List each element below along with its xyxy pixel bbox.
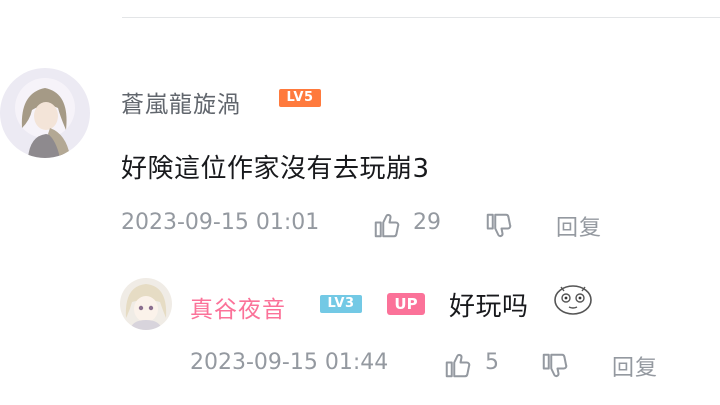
main-comment-username[interactable]: 蒼嵐龍旋渦 bbox=[121, 85, 241, 119]
reply-comment-like-count: 5 bbox=[485, 350, 499, 375]
user-avatar-icon bbox=[120, 278, 172, 330]
thumbs-down-icon[interactable] bbox=[540, 351, 570, 381]
reply-comment-reply-button[interactable]: 回复 bbox=[612, 350, 658, 382]
thumbs-up-icon[interactable] bbox=[372, 210, 402, 240]
level-badge: LV5 bbox=[279, 89, 321, 107]
main-comment-timestamp: 2023-09-15 01:01 bbox=[121, 210, 320, 235]
main-comment-like-count: 29 bbox=[413, 210, 441, 235]
emoji-face-icon bbox=[554, 285, 592, 315]
top-divider bbox=[122, 17, 720, 18]
main-comment-avatar[interactable] bbox=[0, 68, 90, 158]
level-badge: LV3 bbox=[320, 295, 362, 313]
thumbs-up-icon[interactable] bbox=[443, 350, 473, 380]
up-badge: UP bbox=[387, 293, 425, 315]
user-avatar-icon bbox=[0, 68, 90, 158]
thumbs-down-icon[interactable] bbox=[484, 211, 514, 241]
main-comment-text: 好険這位作家沒有去玩崩3 bbox=[121, 154, 430, 184]
reply-comment-timestamp: 2023-09-15 01:44 bbox=[190, 350, 389, 375]
main-comment-reply-button[interactable]: 回复 bbox=[556, 210, 602, 242]
reply-comment-username[interactable]: 真谷夜音 bbox=[190, 290, 286, 324]
reply-comment-text: 好玩吗 bbox=[449, 292, 529, 322]
reply-comment-avatar[interactable] bbox=[120, 278, 172, 330]
